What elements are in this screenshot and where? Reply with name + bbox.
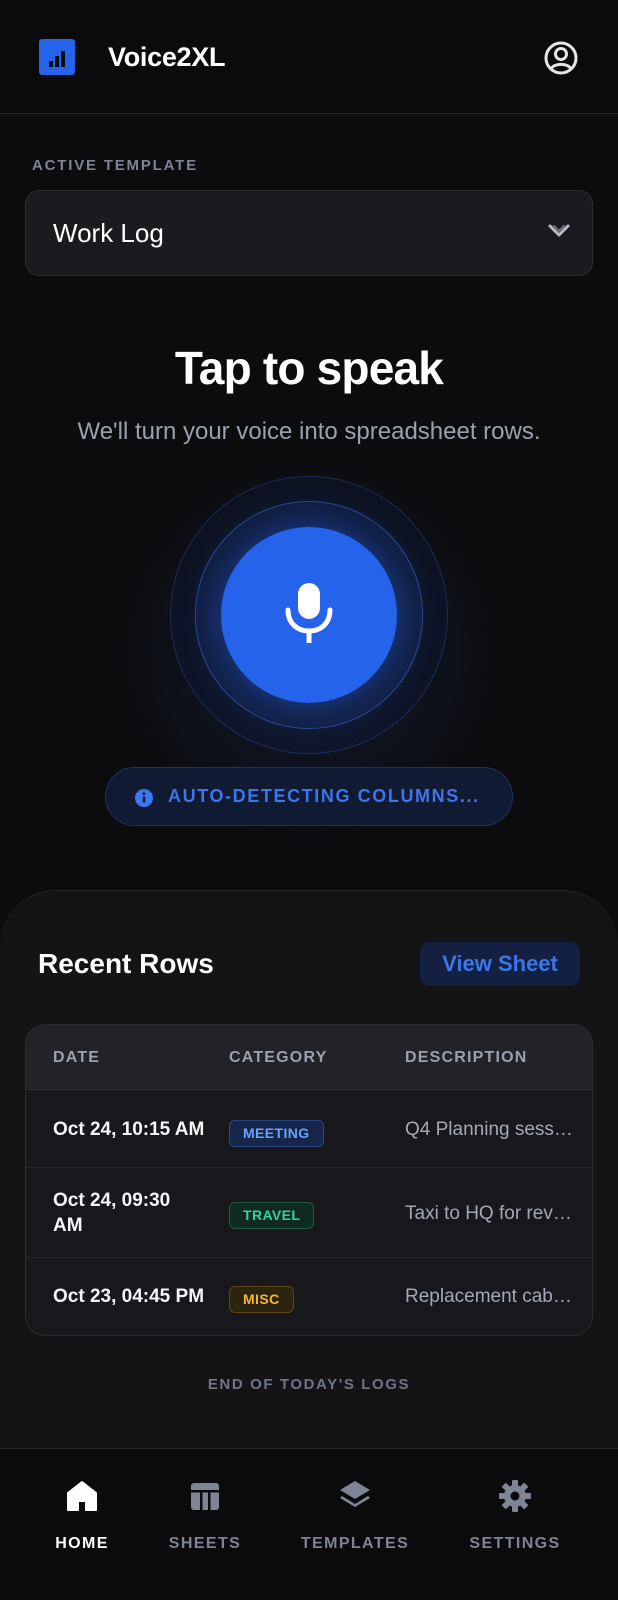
column-header-description: DESCRIPTION xyxy=(405,1049,528,1066)
chevron-down-icon xyxy=(548,223,570,244)
recent-rows-table: DATE CATEGORY DESCRIPTION Oct 24, 10:15 … xyxy=(25,1024,593,1336)
auto-detect-text: AUTO-DETECTING COLUMNS... xyxy=(168,786,480,806)
speak-subtitle: We'll turn your voice into spreadsheet r… xyxy=(77,418,541,445)
column-header-date: DATE xyxy=(53,1049,101,1066)
auto-detect-status: AUTO-DETECTING COLUMNS... xyxy=(105,767,513,826)
nav-settings-label: SETTINGS xyxy=(469,1535,561,1552)
row-date: Oct 24, 09:30 AM xyxy=(53,1190,171,1236)
table-row[interactable]: Oct 24, 09:30 AM TRAVEL Taxi to HQ for r… xyxy=(26,1168,592,1258)
bottom-nav: HOME SHEETS TEMPLATES SETTINGS xyxy=(0,1448,618,1600)
table-row[interactable]: Oct 24, 10:15 AM MEETING Q4 Planning ses… xyxy=(26,1090,592,1168)
nav-templates-label: TEMPLATES xyxy=(300,1535,410,1552)
layers-icon xyxy=(340,1481,370,1507)
template-select[interactable]: Work Log xyxy=(25,190,593,276)
table-icon xyxy=(191,1483,219,1510)
nav-sheets[interactable]: SHEETS xyxy=(130,1477,280,1557)
nav-settings[interactable]: SETTINGS xyxy=(440,1477,590,1557)
row-date: Oct 24, 10:15 AM xyxy=(53,1119,205,1140)
record-button[interactable] xyxy=(221,527,397,703)
row-description: Taxi to HQ for review xyxy=(405,1203,575,1224)
table-header: DATE CATEGORY DESCRIPTION xyxy=(26,1025,592,1090)
recent-rows-title: Recent Rows xyxy=(38,948,214,979)
category-badge: TRAVEL xyxy=(229,1202,315,1229)
info-icon xyxy=(135,789,153,807)
home-icon xyxy=(67,1481,97,1511)
column-header-category: CATEGORY xyxy=(229,1049,328,1066)
app-title: Voice2XL xyxy=(108,42,226,72)
table-row[interactable]: Oct 23, 04:45 PM MISC Replacement cable … xyxy=(26,1258,592,1335)
nav-templates[interactable]: TEMPLATES xyxy=(280,1477,430,1557)
user-circle-icon[interactable] xyxy=(543,40,579,76)
speak-title: Tap to speak xyxy=(174,342,444,394)
gear-icon xyxy=(499,1480,531,1512)
category-badge: MISC xyxy=(229,1286,294,1313)
category-badge: MEETING xyxy=(229,1120,324,1147)
row-description: Q4 Planning session with the team xyxy=(405,1119,575,1140)
template-selected-value: Work Log xyxy=(53,218,164,248)
nav-sheets-label: SHEETS xyxy=(168,1535,242,1552)
active-template-label: ACTIVE TEMPLATE xyxy=(32,157,198,174)
microphone-icon xyxy=(285,583,333,643)
row-date: Oct 23, 04:45 PM xyxy=(53,1286,205,1307)
app-root: Voice2XL ACTIVE TEMPLATE Work Log Tap to… xyxy=(0,0,618,1600)
top-header: Voice2XL xyxy=(0,0,618,114)
bar-chart-icon xyxy=(39,39,75,75)
row-description: Replacement cable purchase xyxy=(405,1286,575,1307)
end-of-logs-note: END OF TODAY'S LOGS xyxy=(207,1376,411,1393)
view-sheet-button[interactable]: View Sheet xyxy=(420,942,580,986)
